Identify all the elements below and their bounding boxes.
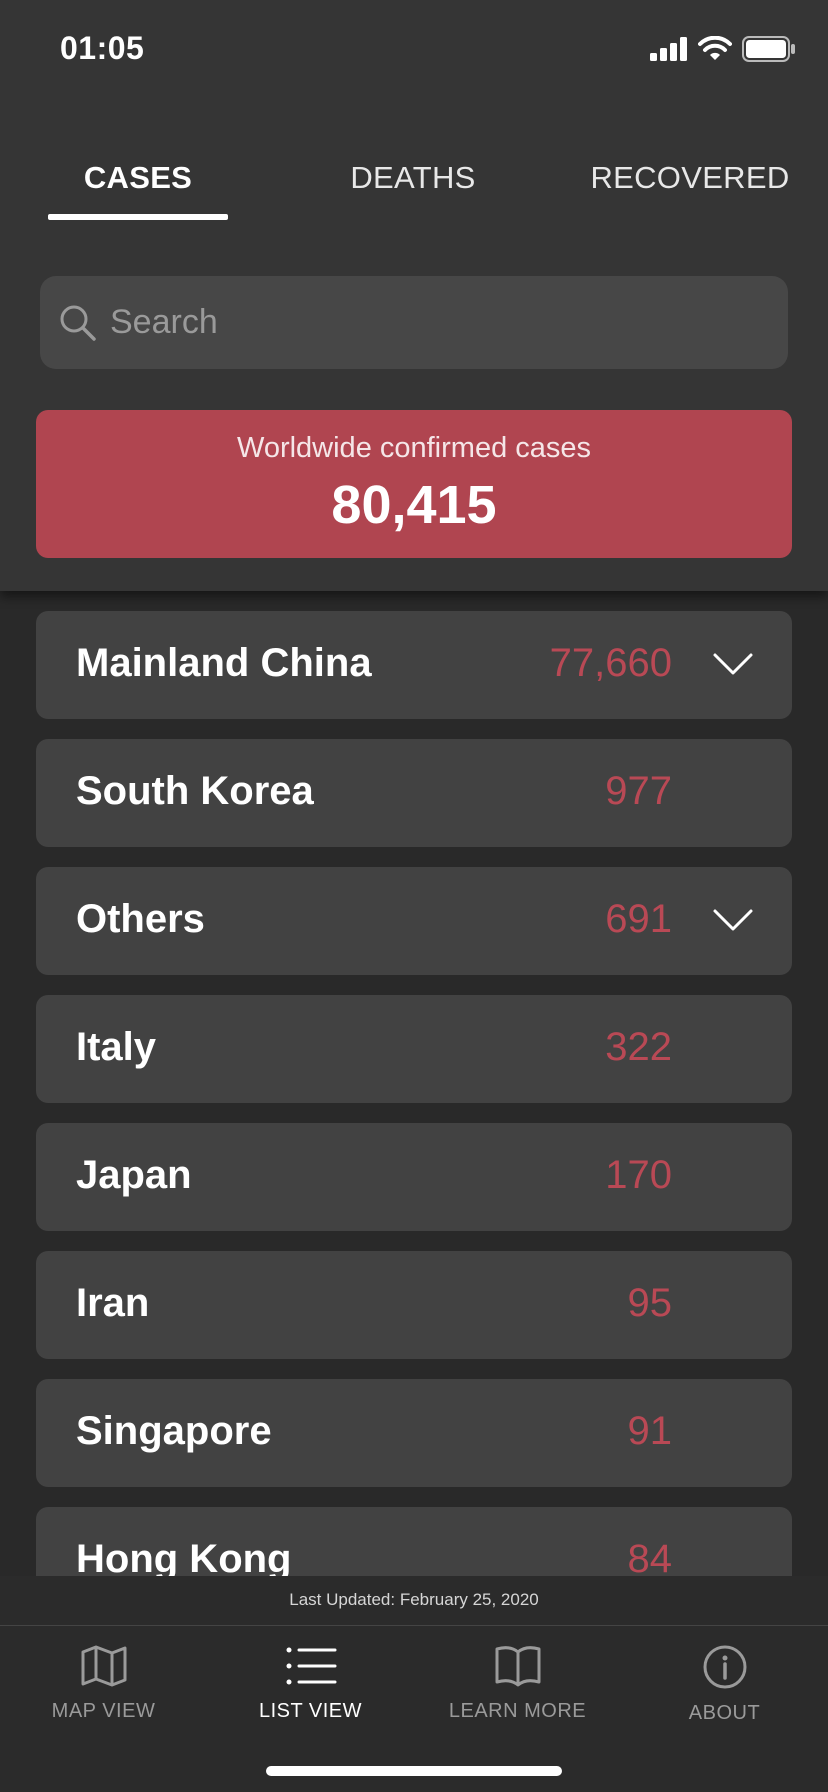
nav-learn-more[interactable]: LEARN MORE xyxy=(414,1644,621,1744)
tab-recovered[interactable]: RECOVERED xyxy=(590,160,790,220)
active-tab-indicator xyxy=(48,214,228,220)
cellular-signal-icon xyxy=(650,37,687,61)
last-updated-bar: Last Updated: February 25, 2020 xyxy=(0,1576,828,1626)
nav-label: LIST VIEW xyxy=(258,1700,363,1722)
country-name: Iran xyxy=(76,1281,150,1325)
nav-label: ABOUT xyxy=(688,1702,761,1724)
summary-label: Worldwide confirmed cases xyxy=(236,432,592,464)
case-count: 77,660 xyxy=(549,641,672,685)
category-tabs: CASES DEATHS RECOVERED xyxy=(0,150,828,225)
list-item[interactable]: Others 691 xyxy=(36,867,792,975)
header-panel: 01:05 CASES DEATHS RECOVERED Search Worl… xyxy=(0,0,828,591)
search-bar[interactable] xyxy=(40,276,788,369)
status-time: 01:05 xyxy=(60,30,145,66)
list-item[interactable]: Iran 95 xyxy=(36,1251,792,1359)
list-item[interactable]: Japan 170 xyxy=(36,1123,792,1231)
country-name: Mainland China xyxy=(76,641,372,685)
nav-label: LEARN MORE xyxy=(448,1700,587,1722)
country-name: Singapore xyxy=(76,1409,272,1453)
status-bar: 01:05 xyxy=(0,0,828,100)
bottom-tab-bar: MAP VIEW LIST VIEW LEARN MORE ABOUT xyxy=(0,1626,828,1792)
battery-icon xyxy=(742,36,795,62)
country-list: Mainland China 77,660 South Korea 977 Ot… xyxy=(36,611,792,1635)
book-icon xyxy=(495,1646,540,1687)
tab-cases[interactable]: CASES xyxy=(48,160,228,220)
case-count: 95 xyxy=(627,1281,673,1325)
nav-map-view[interactable]: MAP VIEW xyxy=(0,1644,207,1744)
chevron-down-icon[interactable] xyxy=(712,905,754,935)
country-name: Others xyxy=(76,897,205,941)
list-icon xyxy=(286,1647,336,1685)
nav-about[interactable]: ABOUT xyxy=(621,1644,828,1744)
list-item[interactable]: Mainland China 77,660 xyxy=(36,611,792,719)
last-updated-text: Last Updated: February 25, 2020 xyxy=(289,1590,539,1609)
search-icon xyxy=(60,305,96,341)
chevron-down-icon[interactable] xyxy=(712,649,754,679)
case-count: 977 xyxy=(605,769,672,813)
country-name: South Korea xyxy=(76,769,314,813)
wifi-icon xyxy=(698,36,732,60)
search-input[interactable] xyxy=(110,292,750,353)
case-count: 322 xyxy=(605,1025,672,1069)
status-icons xyxy=(650,36,796,62)
map-icon xyxy=(81,1645,126,1687)
summary-value: 80,415 xyxy=(331,475,497,535)
list-item[interactable]: Italy 322 xyxy=(36,995,792,1103)
nav-list-view[interactable]: LIST VIEW xyxy=(207,1644,414,1744)
case-count: 170 xyxy=(605,1153,672,1197)
country-name: Japan xyxy=(76,1153,192,1197)
list-item[interactable]: Singapore 91 xyxy=(36,1379,792,1487)
tab-deaths[interactable]: DEATHS xyxy=(313,160,513,220)
nav-label: MAP VIEW xyxy=(51,1700,156,1722)
case-count: 91 xyxy=(627,1409,673,1453)
case-count: 691 xyxy=(605,897,672,941)
info-icon xyxy=(703,1645,746,1689)
country-name: Italy xyxy=(76,1025,157,1069)
home-indicator xyxy=(266,1766,562,1776)
worldwide-summary-card: Worldwide confirmed cases 80,415 xyxy=(36,410,792,558)
list-item[interactable]: South Korea 977 xyxy=(36,739,792,847)
